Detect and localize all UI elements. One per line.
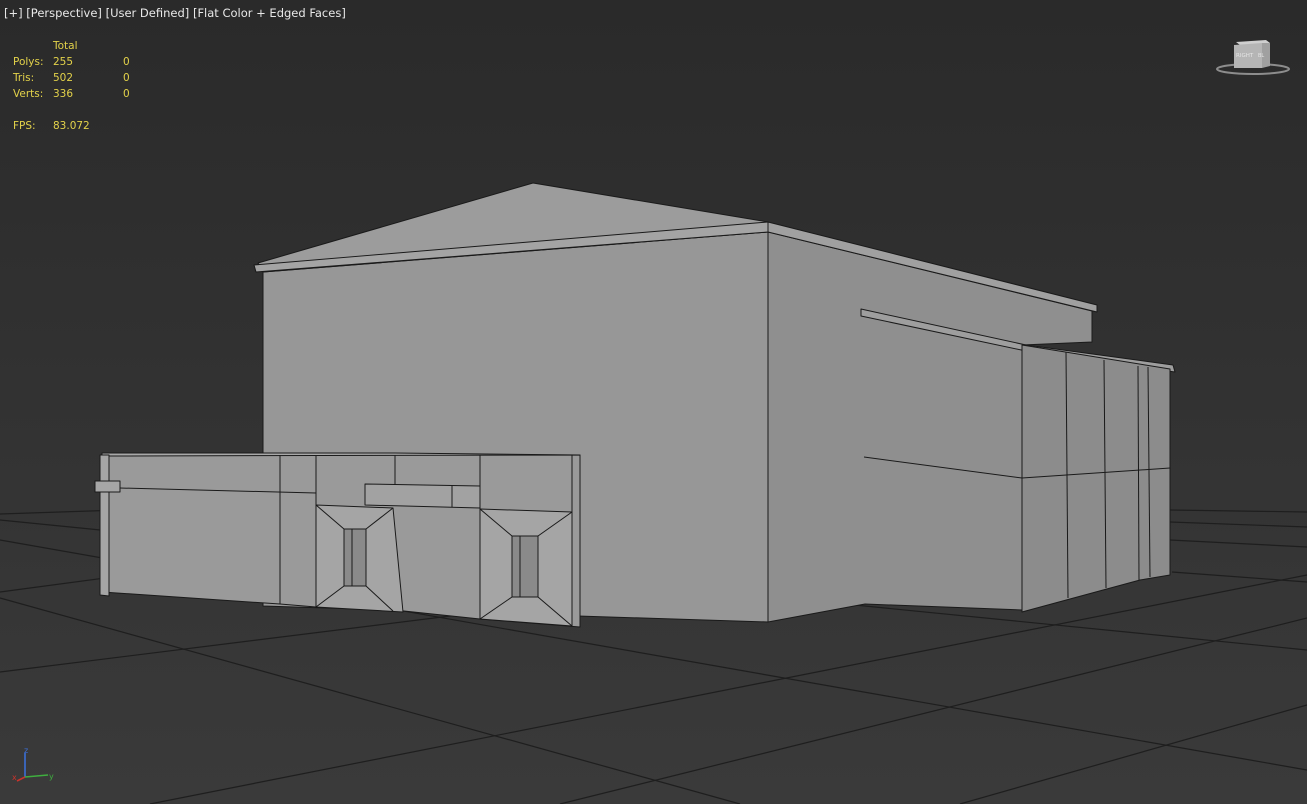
viewport-pov-menu[interactable]: Perspective	[31, 6, 98, 20]
axis-x-line	[16, 776, 26, 782]
viewcube-face-label: RIGHT	[1236, 53, 1254, 59]
viewcube-edge-label: BL	[1258, 53, 1264, 59]
viewport-label-menu: [+] [Perspective] [User Defined] [Flat C…	[4, 6, 346, 20]
viewcube[interactable]: RIGHT BL	[1216, 36, 1290, 76]
axis-z-label: z	[24, 746, 28, 755]
viewport-scene[interactable]	[0, 0, 1307, 804]
building-model[interactable]	[94, 182, 1176, 628]
axis-x-label: x	[12, 773, 17, 782]
viewport-display-menu[interactable]: Flat Color + Edged Faces	[197, 6, 341, 20]
axis-y-line	[24, 774, 49, 778]
axis-tripod: z y x	[12, 746, 54, 782]
front-beam	[364, 483, 481, 509]
window-recess	[511, 535, 539, 598]
viewport-general-menu[interactable]: +	[9, 6, 19, 20]
axis-y-label: y	[49, 772, 54, 781]
front-post	[99, 454, 110, 597]
front-post-cap	[94, 480, 121, 493]
window-recess	[343, 528, 367, 587]
stats-header: Total	[53, 40, 78, 52]
viewport-shading-menu[interactable]: User Defined	[110, 6, 185, 20]
